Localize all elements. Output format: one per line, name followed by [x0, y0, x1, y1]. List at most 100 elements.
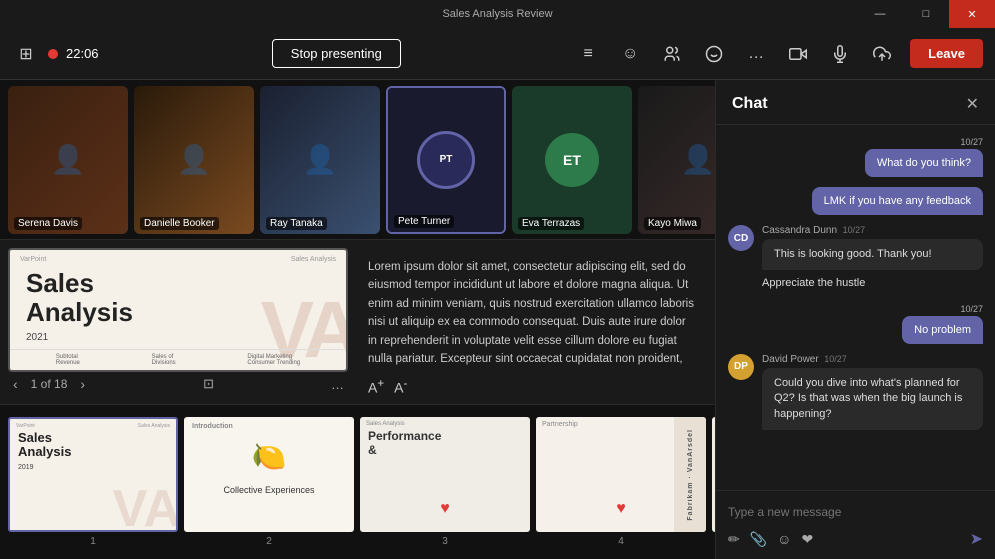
thumbnail-number: 1: [90, 536, 96, 547]
attach-icon[interactable]: 📎: [750, 531, 767, 548]
toolbar-center: Stop presenting: [99, 39, 575, 68]
chat-bubble-left: This is looking good. Thank you!: [762, 239, 983, 270]
emoji-reaction-icon[interactable]: ☺: [777, 531, 791, 547]
slide-header: VarPoint Sales Analysis: [10, 250, 346, 265]
thumbnail-slide[interactable]: VarPointSales Analysis SalesAnalysis 201…: [8, 417, 178, 532]
slide-counter: 1 of 18: [31, 377, 68, 391]
chat-avatar: DP: [728, 354, 754, 380]
grid-icon[interactable]: ⊞: [12, 40, 40, 68]
text-size-controls: A+ A-: [356, 371, 707, 396]
chat-sender: David Power 10/27: [762, 354, 983, 365]
participant-tile[interactable]: 👤 Kayo Miwa: [638, 86, 715, 234]
stop-presenting-button[interactable]: Stop presenting: [272, 39, 401, 68]
thumbnail-slide[interactable]: Introduction 🍋 Collective Experiences: [184, 417, 354, 532]
fit-slide-button[interactable]: ⊡: [199, 374, 218, 394]
chat-header: Chat ✕: [716, 80, 995, 125]
minimize-button[interactable]: —: [857, 0, 903, 28]
chat-message-group-4: 10/27 No problem: [728, 304, 983, 344]
chat-message-row: DP David Power 10/27 Could you dive into…: [728, 354, 983, 434]
thumbnail-strip: VarPointSales Analysis SalesAnalysis 201…: [0, 404, 715, 559]
thumbnail-item[interactable]: Introduction 🍋 Collective Experiences 2: [184, 417, 354, 547]
more-options-icon[interactable]: …: [742, 40, 770, 68]
chat-avatar: CD: [728, 225, 754, 251]
thumbnail-number: 2: [266, 536, 272, 547]
main-slide: VarPoint Sales Analysis SalesAnalysis 20…: [8, 248, 348, 372]
participant-tile[interactable]: 👤 Ray Tanaka: [260, 86, 380, 234]
slide-text-content: Lorem ipsum dolor sit amet, consectetur …: [356, 248, 707, 371]
mic-icon[interactable]: [826, 40, 854, 68]
toolbar-right: ≡ ☺ … Leave: [574, 39, 983, 68]
thumbnail-item[interactable]: 5: [712, 417, 715, 547]
participant-tile-active[interactable]: PT Pete Turner: [386, 86, 506, 234]
close-button[interactable]: ✕: [949, 0, 995, 28]
thumbnail-item[interactable]: Sales Analysis Performance& ♥ 3: [360, 417, 530, 547]
chat-title: Chat: [732, 95, 768, 113]
toolbar: ⊞ 22:06 Stop presenting ≡ ☺ …: [0, 28, 995, 80]
chat-panel: Chat ✕ 10/27 What do you think? LMK if y…: [715, 80, 995, 559]
chat-messages: 10/27 What do you think? LMK if you have…: [716, 125, 995, 490]
record-indicator: [48, 49, 58, 59]
thumb-icon-area: 🍋: [184, 432, 354, 481]
slide-section: Sales Analysis: [291, 256, 336, 263]
thumb-rotated-text-area: Fabrikam · VanArsdel: [674, 417, 706, 532]
chat-message-row: CD Cassandra Dunn 10/27 This is looking …: [728, 225, 983, 294]
maximize-button[interactable]: □: [903, 0, 949, 28]
thumb-intro-label: Introduction: [184, 417, 354, 432]
participant-name: Ray Tanaka: [266, 217, 327, 230]
thumbnail-item[interactable]: VarPointSales Analysis SalesAnalysis 201…: [8, 417, 178, 547]
participant-name: Serena Davis: [14, 217, 82, 230]
font-increase-button[interactable]: A+: [368, 377, 384, 396]
slide-options-button[interactable]: …: [327, 375, 348, 394]
emoji-icon[interactable]: ☺: [616, 40, 644, 68]
slide-label-2: Sales ofDivisions: [152, 354, 176, 366]
chat-input-icons: ✏ 📎 ☺ ❤ ➤: [728, 523, 983, 549]
toolbar-left: ⊞ 22:06: [12, 40, 99, 68]
chat-input-area: ✏ 📎 ☺ ❤ ➤: [716, 490, 995, 559]
chat-message-content: David Power 10/27 Could you dive into wh…: [762, 354, 983, 434]
chat-bubble: No problem: [902, 316, 983, 344]
chat-close-button[interactable]: ✕: [966, 94, 979, 114]
chat-bubble: LMK if you have any feedback: [812, 187, 983, 215]
slide-nav: ‹ 1 of 18 › ⊡ …: [8, 372, 348, 396]
share-icon[interactable]: [868, 40, 896, 68]
participant-name: Danielle Booker: [140, 217, 219, 230]
camera-icon[interactable]: [784, 40, 812, 68]
participant-tile[interactable]: ET Eva Terrazas: [512, 86, 632, 234]
thumbnail-slide[interactable]: [712, 417, 715, 532]
slides-area: VarPoint Sales Analysis SalesAnalysis 20…: [0, 240, 715, 404]
participants-strip: 👤 Serena Davis 👤 Danielle Booker 👤 Ray T…: [0, 80, 715, 240]
slide-label-3: Digital MarketingConsumer Trending: [247, 354, 300, 366]
menu-lines-icon[interactable]: ≡: [574, 40, 602, 68]
chat-bubble: What do you think?: [865, 149, 983, 177]
thumb-analysis-label: Sales Analysis: [360, 417, 530, 427]
participant-tile[interactable]: 👤 Danielle Booker: [134, 86, 254, 234]
chat-send-button[interactable]: ➤: [970, 529, 983, 549]
thumbnail-slide[interactable]: Partnership ♥ Fabrikam · VanArsdel: [536, 417, 706, 532]
thumbnail-slide[interactable]: Sales Analysis Performance& ♥: [360, 417, 530, 532]
chat-message-group-5: DP David Power 10/27 Could you dive into…: [728, 354, 983, 434]
next-slide-button[interactable]: ›: [75, 374, 90, 394]
text-panel: Lorem ipsum dolor sit amet, consectetur …: [356, 248, 707, 396]
chat-message-group-1: 10/27 What do you think?: [728, 137, 983, 177]
prev-slide-button[interactable]: ‹: [8, 374, 23, 394]
leave-button[interactable]: Leave: [910, 39, 983, 68]
reactions-icon[interactable]: [700, 40, 728, 68]
participant-tile[interactable]: 👤 Serena Davis: [8, 86, 128, 234]
main-slide-panel: VarPoint Sales Analysis SalesAnalysis 20…: [8, 248, 348, 396]
participant-name: Eva Terrazas: [518, 217, 584, 230]
thumb-collective: Collective Experiences: [184, 481, 354, 499]
slide-label-1: SubtotalRevenue: [56, 354, 80, 366]
thumb-header: VarPointSales Analysis: [10, 419, 176, 429]
font-decrease-button[interactable]: A-: [394, 377, 407, 396]
slide-bottom-bar: SubtotalRevenue Sales ofDivisions Digita…: [10, 349, 346, 370]
format-icon[interactable]: ✏: [728, 531, 740, 548]
call-timer: 22:06: [66, 46, 99, 61]
thumbnail-item[interactable]: Partnership ♥ Fabrikam · VanArsdel 4: [536, 417, 706, 547]
people-icon[interactable]: [658, 40, 686, 68]
chat-timestamp: 10/27: [960, 137, 983, 147]
main-area: 👤 Serena Davis 👤 Danielle Booker 👤 Ray T…: [0, 80, 995, 559]
chat-input[interactable]: [728, 501, 983, 523]
chat-message-group-2: LMK if you have any feedback: [728, 187, 983, 215]
sticker-icon[interactable]: ❤: [801, 531, 813, 548]
thumb-heart-icon: ♥: [440, 500, 450, 518]
